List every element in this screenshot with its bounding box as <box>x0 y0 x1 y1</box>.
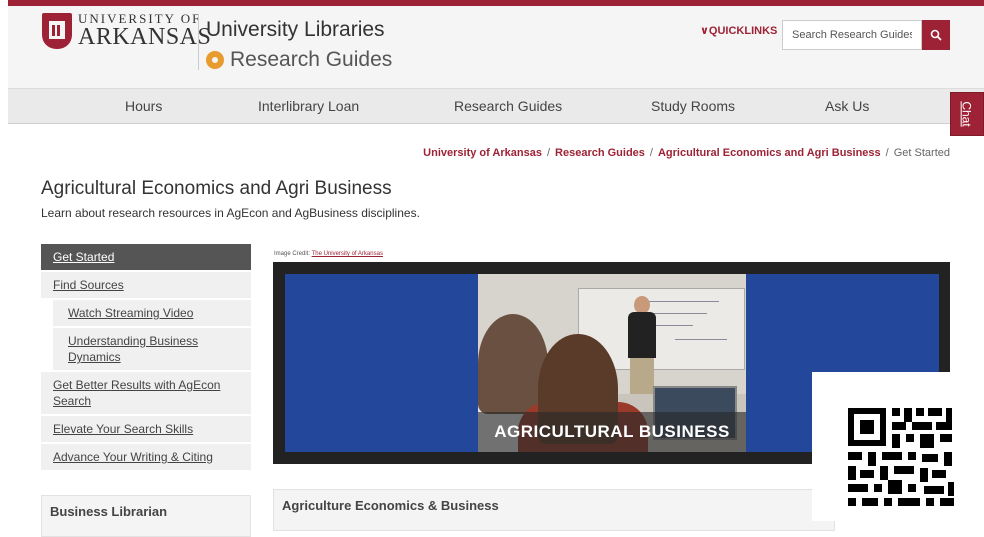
university-shield-icon <box>42 12 72 49</box>
nav-item-research-guides[interactable]: Research Guides <box>454 98 562 114</box>
site-header: UNIVERSITY OF ARKANSAS University Librar… <box>8 6 984 88</box>
breadcrumb: University of Arkansas / Research Guides / A… <box>423 147 950 159</box>
logo-wordmark: UNIVERSITY OF ARKANSAS <box>78 12 211 49</box>
sidebar-item-find-sources[interactable]: Find Sources <box>41 272 251 300</box>
breadcrumb-separator: / <box>649 147 653 159</box>
content-box-title: Agriculture Economics & Business <box>282 498 499 513</box>
breadcrumb-separator: / <box>885 147 889 159</box>
logo-divider <box>198 14 199 70</box>
logo-line-2: ARKANSAS <box>78 24 212 50</box>
qr-code-image <box>812 372 984 521</box>
nav-item-interlibrary-loan[interactable]: Interlibrary Loan <box>258 98 359 114</box>
sidebar-item-watch-streaming-video[interactable]: Watch Streaming Video <box>53 300 251 328</box>
breadcrumb-guide[interactable]: Agricultural Economics and Agri Business <box>658 147 881 159</box>
sidebar-item-get-started[interactable]: Get Started <box>41 244 251 272</box>
page-title: Agricultural Economics and Agri Business <box>41 178 392 199</box>
sidebar-item-agecon-search[interactable]: Get Better Results with AgEcon Search <box>41 372 251 416</box>
guide-sidebar-nav: Get Started Find Sources Watch Streaming… <box>41 244 251 472</box>
nav-item-hours[interactable]: Hours <box>125 98 162 114</box>
sidebar-item-writing-citing[interactable]: Advance Your Writing & Citing <box>41 444 251 472</box>
banner-label: AGRICULTURAL BUSINESS <box>478 412 746 452</box>
image-credit: Image Credit: The University of Arkansas <box>274 251 383 257</box>
gear-icon <box>206 51 224 69</box>
search-button[interactable] <box>922 20 950 50</box>
image-credit-prefix: Image Credit: <box>274 251 312 257</box>
university-logo[interactable]: UNIVERSITY OF ARKANSAS <box>42 12 211 49</box>
content-box: Agriculture Economics & Business <box>273 489 835 531</box>
librarian-box: Business Librarian <box>41 495 251 537</box>
breadcrumb-separator: / <box>546 147 551 159</box>
image-credit-link[interactable]: The University of Arkansas <box>312 251 383 257</box>
research-guides-title[interactable]: Research Guides <box>206 48 392 72</box>
breadcrumb-research-guides[interactable]: Research Guides <box>555 147 645 159</box>
nav-item-ask-us[interactable]: Ask Us <box>825 98 869 114</box>
libraries-title[interactable]: University Libraries <box>206 18 385 42</box>
qr-code <box>812 372 984 521</box>
search-icon <box>930 29 942 41</box>
page-subtitle: Learn about research resources in AgEcon… <box>41 206 420 220</box>
breadcrumb-current: Get Started <box>893 147 950 159</box>
research-guides-label: Research Guides <box>230 48 393 71</box>
quicklinks-menu[interactable]: ∨QUICKLINKS <box>700 24 777 37</box>
chat-tab[interactable]: Chat <box>950 92 984 136</box>
sidebar-item-elevate-search-skills[interactable]: Elevate Your Search Skills <box>41 416 251 444</box>
nav-item-study-rooms[interactable]: Study Rooms <box>651 98 735 114</box>
search-input[interactable] <box>782 20 922 50</box>
sidebar-item-understanding-business-dynamics[interactable]: Understanding Business Dynamics <box>53 328 251 372</box>
banner-photo: AGRICULTURAL BUSINESS <box>478 274 746 452</box>
breadcrumb-university[interactable]: University of Arkansas <box>423 147 542 159</box>
main-nav: Hours Interlibrary Loan Research Guides … <box>8 88 984 124</box>
chat-label: Chat <box>959 101 974 127</box>
librarian-box-title: Business Librarian <box>50 504 168 519</box>
